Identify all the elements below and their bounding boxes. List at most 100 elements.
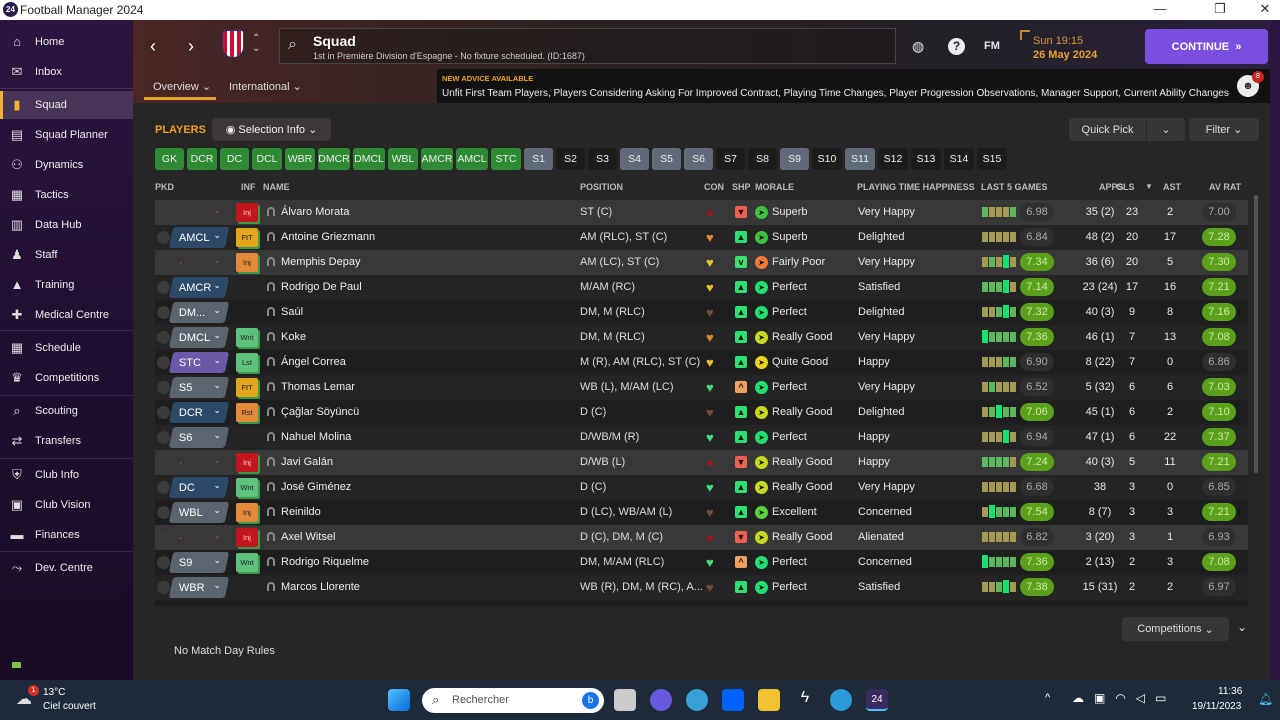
status-badge[interactable]: FtT	[236, 228, 258, 247]
sidebar-item-home[interactable]: ⌂ Home	[0, 28, 133, 56]
player-name[interactable]: Álvaro Morata	[281, 206, 349, 218]
competitions-dropdown[interactable]: Competitions ⌄	[1122, 617, 1229, 641]
status-badge[interactable]: Inj	[236, 453, 258, 472]
selection-dropdown[interactable]: WBR ⌄	[168, 577, 230, 598]
column-header-avrat[interactable]: AV RAT	[1209, 182, 1241, 192]
table-row[interactable]: ⌄ Inj Álvaro Morata ST (C) ● ▼ ➤ Superb Very Hap…	[155, 200, 1248, 225]
player-name[interactable]: Rodrigo Riquelme	[281, 556, 369, 568]
position-filter-s10[interactable]: S10	[812, 148, 842, 170]
status-badge[interactable]: Inj	[236, 253, 258, 272]
player-name[interactable]: Marcos Llorente	[281, 581, 360, 593]
player-name[interactable]: Saúl	[281, 306, 303, 318]
pick-checkbox[interactable]	[157, 506, 170, 519]
position-filter-s9[interactable]: S9	[780, 148, 809, 170]
pick-checkbox[interactable]	[157, 256, 170, 269]
position-filter-s4[interactable]: S4	[620, 148, 649, 170]
position-filter-s12[interactable]: S12	[878, 148, 908, 170]
player-name[interactable]: Javi Galán	[281, 456, 333, 468]
selection-dropdown[interactable]: DCR ⌄	[168, 402, 230, 423]
position-filter-dc[interactable]: DC	[220, 148, 249, 170]
table-row[interactable]: STC ⌄ Lst Ángel Correa M (R), AM (RLC), ST (…	[155, 350, 1248, 375]
position-filter-amcl[interactable]: AMCL	[456, 148, 488, 170]
column-header-name[interactable]: NAME	[263, 182, 290, 192]
file-explorer-icon[interactable]	[758, 689, 780, 711]
position-filter-s14[interactable]: S14	[944, 148, 974, 170]
taskbar-search[interactable]: ⌕ Rechercher b	[422, 688, 604, 713]
back-icon[interactable]: ‹	[150, 36, 156, 57]
position-filter-dcl[interactable]: DCL	[252, 148, 282, 170]
selection-dropdown[interactable]: - ⌄	[169, 527, 229, 548]
task-view-icon[interactable]	[614, 689, 636, 711]
position-filter-amcr[interactable]: AMCR	[421, 148, 453, 170]
status-badge[interactable]: Rst	[236, 403, 258, 422]
pick-checkbox[interactable]	[157, 281, 170, 294]
sidebar-item-medical-centre[interactable]: ✚ Medical Centre	[0, 301, 133, 329]
player-name[interactable]: Thomas Lemar	[281, 381, 355, 393]
expand-chevron-icon[interactable]: ⌄	[1237, 620, 1247, 634]
player-name[interactable]: Çağlar Söyüncü	[281, 406, 359, 418]
table-row[interactable]: DC ⌄ Wnt José Giménez D (C) ♥ ▲ ➤ Really Good Ver…	[155, 475, 1248, 500]
column-header-inf[interactable]: INF	[241, 182, 256, 192]
position-filter-stc[interactable]: STC	[491, 148, 521, 170]
pick-checkbox[interactable]	[157, 331, 170, 344]
sidebar-item-club-info[interactable]: ⛨ Club Info	[0, 461, 133, 489]
position-filter-wbl[interactable]: WBL	[388, 148, 418, 170]
pick-checkbox[interactable]	[157, 581, 170, 594]
column-header-shp[interactable]: SHP	[732, 182, 751, 192]
quick-pick-button[interactable]: Quick Pick	[1069, 118, 1146, 141]
sidebar-item-data-hub[interactable]: ▥ Data Hub	[0, 211, 133, 239]
tray-chevron-icon[interactable]: ^	[1045, 692, 1050, 704]
pick-checkbox[interactable]	[157, 406, 170, 419]
position-filter-s2[interactable]: S2	[556, 148, 585, 170]
selection-dropdown[interactable]: STC ⌄	[168, 352, 230, 373]
selection-dropdown[interactable]: - ⌄	[169, 252, 229, 273]
help-icon[interactable]: ?	[948, 38, 965, 55]
dropbox-icon[interactable]	[722, 689, 744, 711]
app-icon[interactable]: ϟ	[794, 689, 816, 711]
position-filter-s3[interactable]: S3	[588, 148, 617, 170]
position-filter-s7[interactable]: S7	[716, 148, 745, 170]
status-badge[interactable]: Wnt	[236, 478, 258, 497]
teams-icon[interactable]	[650, 689, 672, 711]
selection-dropdown[interactable]: S9 ⌄	[168, 552, 230, 573]
column-header-position[interactable]: POSITION	[580, 182, 623, 192]
status-badge[interactable]: Inj	[236, 503, 258, 522]
selection-info-dropdown[interactable]: ◉ Selection Info ⌄	[212, 118, 331, 141]
minimize-icon[interactable]: —	[1145, 1, 1175, 16]
table-row[interactable]: - ⌄ Inj Axel Witsel D (C), DM, M (C) ● ▼ ➤ Reall…	[155, 525, 1248, 550]
pick-checkbox[interactable]	[157, 481, 170, 494]
search-bar[interactable]: ⌕ Squad 1st in Première Division d'Espag…	[279, 28, 896, 64]
position-filter-s1[interactable]: S1	[524, 148, 553, 170]
advice-banner[interactable]: NEW ADVICE AVAILABLE Unfit First Team Pl…	[437, 69, 1270, 103]
selection-dropdown[interactable]: WBL ⌄	[168, 502, 230, 523]
sidebar-item-staff[interactable]: ♟ Staff	[0, 241, 133, 269]
collapse-sidebar-icon[interactable]	[12, 662, 21, 668]
status-badge[interactable]: Inj	[236, 528, 258, 547]
position-filter-wbr[interactable]: WBR	[285, 148, 315, 170]
column-header-con[interactable]: CON	[704, 182, 724, 192]
status-badge[interactable]: Wnt	[236, 553, 258, 572]
player-name[interactable]: Memphis Depay	[281, 256, 360, 268]
table-row[interactable]: S6 ⌄ Nahuel Molina D/WB/M (R) ♥ ▲ ➤ Perfect Happ…	[155, 425, 1248, 450]
selection-dropdown[interactable]: S6 ⌄	[168, 427, 230, 448]
continue-button[interactable]: CONTINUE »	[1145, 29, 1268, 64]
sidebar-item-scouting[interactable]: ⌕ Scouting	[0, 397, 133, 425]
table-row[interactable]: AMCL ⌄ FtT Antoine Griezmann AM (RLC), ST (C…	[155, 225, 1248, 250]
position-filter-s6[interactable]: S6	[684, 148, 713, 170]
table-row[interactable]: - ⌄ Inj Memphis Depay AM (LC), ST (C) ♥ v ➤ Fair…	[155, 250, 1248, 275]
pick-checkbox[interactable]	[157, 531, 170, 544]
player-name[interactable]: Rodrigo De Paul	[281, 281, 362, 293]
position-filter-s11[interactable]: S11	[845, 148, 875, 170]
position-filter-dmcr[interactable]: DMCR	[318, 148, 350, 170]
sidebar-item-tactics[interactable]: ▦ Tactics	[0, 181, 133, 209]
player-name[interactable]: Reinildo	[281, 506, 321, 518]
status-badge[interactable]: FtT	[236, 378, 258, 397]
sidebar-item-dev-centre[interactable]: ⤳ Dev. Centre	[0, 554, 133, 582]
pick-checkbox[interactable]	[157, 231, 170, 244]
player-name[interactable]: Ángel Correa	[281, 356, 346, 368]
selection-dropdown[interactable]: AMCL ⌄	[168, 227, 230, 248]
edge-icon[interactable]	[830, 689, 852, 711]
tab-international[interactable]: International ⌄	[229, 80, 302, 93]
sidebar-item-schedule[interactable]: ▦ Schedule	[0, 334, 133, 362]
pick-checkbox[interactable]	[157, 381, 170, 394]
